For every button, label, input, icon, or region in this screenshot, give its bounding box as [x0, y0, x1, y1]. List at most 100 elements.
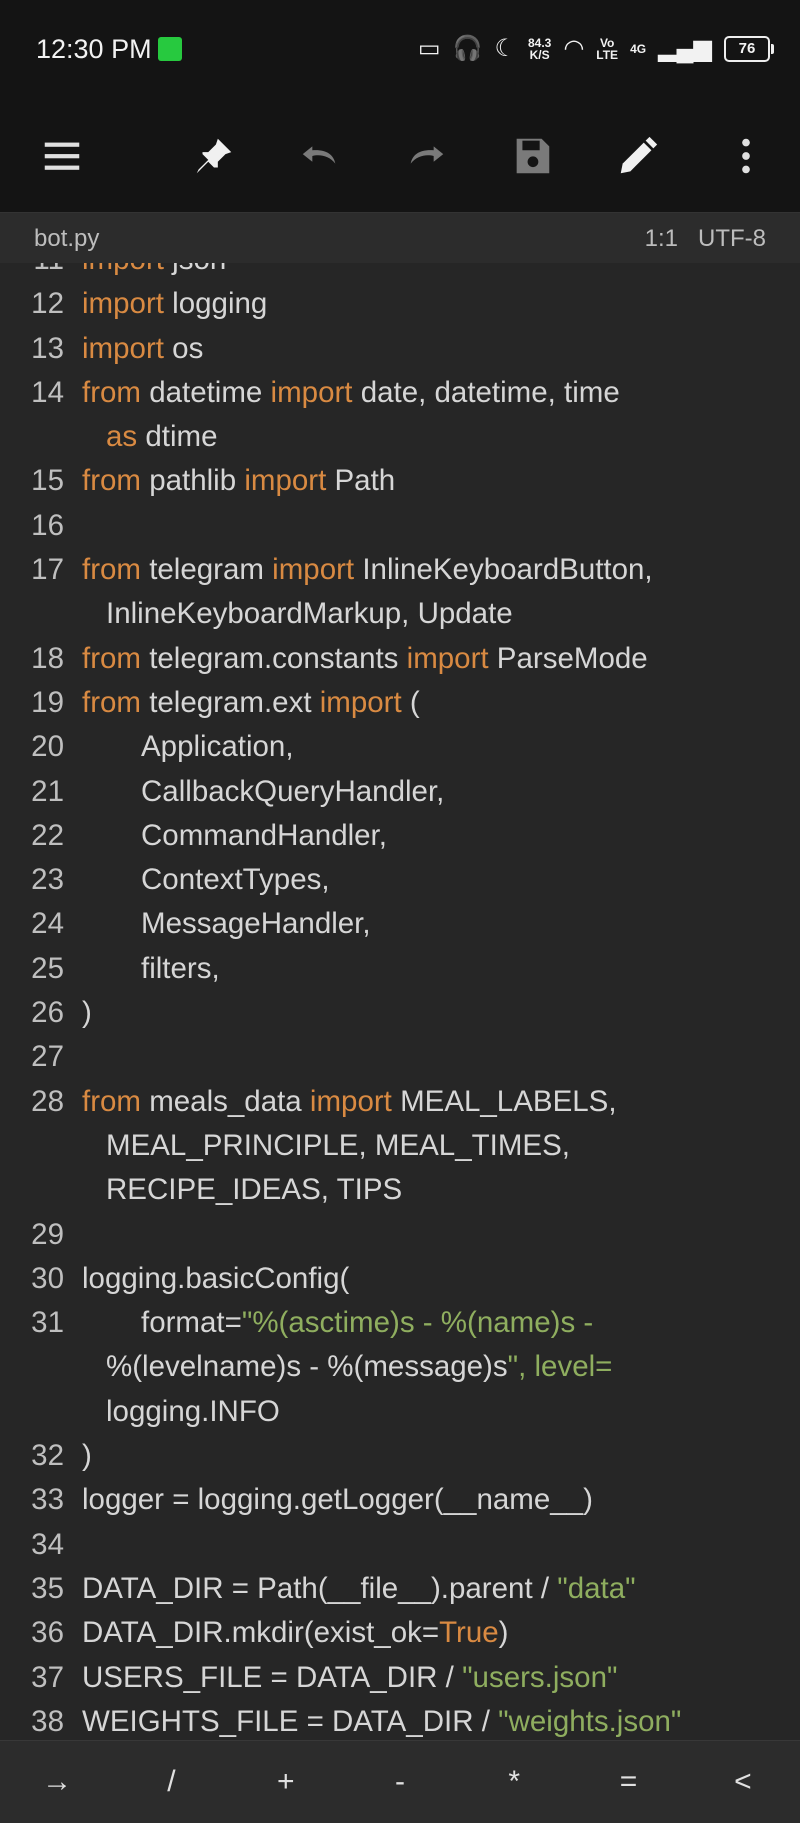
volte-bottom: LTE [596, 47, 619, 62]
line-number: 11 [0, 263, 64, 282]
symbol-key[interactable]: * [464, 1765, 564, 1799]
line-number: 14 [31, 375, 64, 409]
redo-icon[interactable] [394, 124, 458, 188]
status-icons: ▭ 🎧 ☾ 84.3 K/S ◠ Vo LTE 4G ▂▄▆ 76 [417, 34, 774, 63]
code-line: 24 MessageHandler, [0, 902, 800, 946]
net-speed-unit: K/S [529, 47, 550, 62]
save-icon[interactable] [500, 124, 564, 188]
line-number: 32 [31, 1439, 64, 1473]
line-code: ContextTypes, [141, 863, 330, 897]
code-line: 21 CallbackQueryHandler, [0, 770, 800, 814]
line-number: 31 [31, 1306, 64, 1340]
line-code: logger = logging.getLogger(__name__) [82, 1483, 593, 1517]
symbol-key[interactable]: - [350, 1765, 450, 1799]
line-code: MessageHandler, [141, 907, 371, 941]
editor-toolbar [0, 100, 800, 213]
wifi-icon: ◠ [563, 35, 585, 62]
net-speed: 84.3 K/S [528, 37, 551, 61]
cursor-position: 1:1 [644, 225, 678, 252]
code-line: 34 [0, 1523, 800, 1567]
line-code: from telegram.constants import ParseMode [82, 641, 648, 675]
code-line: %(levelname)s - %(message)s", level= [0, 1345, 800, 1389]
code-editor[interactable]: 11 import json 12 import logging 13 import os… [0, 263, 800, 1740]
code-line: 20 Application, [0, 725, 800, 769]
pin-icon[interactable] [182, 124, 246, 188]
cast-icon: ▭ [417, 35, 441, 62]
line-number: 24 [31, 907, 64, 941]
line-number: 26 [31, 996, 64, 1030]
menu-icon[interactable] [30, 124, 94, 188]
code-line: 26) [0, 991, 800, 1035]
symbol-key[interactable]: → [7, 1765, 107, 1799]
code-line: 32) [0, 1434, 800, 1478]
line-code: from telegram.ext import ( [82, 685, 420, 719]
file-encoding[interactable]: UTF-8 [698, 225, 766, 252]
line-code: as dtime [106, 420, 218, 454]
code-line: RECIPE_IDEAS, TIPS [0, 1168, 800, 1212]
code-line: as dtime [0, 415, 800, 459]
code-line: 23 ContextTypes, [0, 858, 800, 902]
line-code: ) [82, 996, 92, 1030]
headphones-icon: 🎧 [452, 35, 483, 62]
code-line: 13 import os [0, 327, 800, 371]
line-number: 17 [31, 553, 64, 587]
code-line: 12 import logging [0, 282, 800, 326]
line-number: 37 [31, 1660, 64, 1694]
line-code: MEAL_PRINCIPLE, MEAL_TIMES, [106, 1128, 570, 1162]
code-line: MEAL_PRINCIPLE, MEAL_TIMES, [0, 1124, 800, 1168]
code-line: 29 [0, 1213, 800, 1257]
file-info-bar: bot.py 1:1 UTF-8 [0, 213, 800, 263]
symbol-key[interactable]: / [121, 1765, 221, 1799]
line-code: import logging [82, 287, 268, 321]
line-code: USERS_FILE = DATA_DIR / "users.json" [82, 1660, 618, 1694]
battery-icon: 76 [724, 35, 774, 62]
moon-icon: ☾ [494, 35, 516, 62]
line-code: InlineKeyboardMarkup, Update [106, 597, 513, 631]
code-line: 27 [0, 1035, 800, 1079]
code-line: 31 format="%(asctime)s - %(name)s - [0, 1301, 800, 1345]
code-line: 19 from telegram.ext import ( [0, 681, 800, 725]
code-line: 37 USERS_FILE = DATA_DIR / "users.json" [0, 1656, 800, 1700]
line-code: import os [82, 331, 204, 365]
code-line: 38 WEIGHTS_FILE = DATA_DIR / "weights.jso… [0, 1700, 800, 1740]
more-icon[interactable] [714, 124, 778, 188]
line-code: ) [82, 1439, 92, 1473]
line-number: 30 [31, 1261, 64, 1295]
line-number: 28 [31, 1084, 64, 1118]
edit-icon[interactable] [606, 124, 670, 188]
symbol-key[interactable]: + [236, 1765, 336, 1799]
line-number: 29 [31, 1217, 64, 1251]
line-code: CallbackQueryHandler, [141, 774, 445, 808]
code-line: 30 logging.basicConfig( [0, 1257, 800, 1301]
line-code: import json [82, 263, 226, 282]
code-line: 18 from telegram.constants import ParseMo… [0, 637, 800, 681]
line-number: 34 [31, 1527, 64, 1561]
line-code: from pathlib import Path [82, 464, 396, 498]
line-number: 33 [31, 1483, 64, 1517]
line-code: %(levelname)s - %(message)s", level= [106, 1350, 613, 1384]
code-line: 22 CommandHandler, [0, 814, 800, 858]
code-line: 35 DATA_DIR = Path(__file__).parent / "da… [0, 1567, 800, 1611]
line-code: RECIPE_IDEAS, TIPS [106, 1173, 403, 1207]
signal-icon: ▂▄▆ [658, 35, 712, 62]
symbol-key[interactable]: < [693, 1765, 793, 1799]
file-name[interactable]: bot.py [34, 225, 99, 253]
line-code: logging.INFO [106, 1394, 280, 1428]
status-bar: 12:30 PM ▭ 🎧 ☾ 84.3 K/S ◠ Vo LTE 4G ▂▄▆ … [0, 0, 800, 100]
line-number: 15 [31, 464, 64, 498]
line-code: DATA_DIR = Path(__file__).parent / "data… [82, 1571, 636, 1605]
code-line: 25 filters, [0, 947, 800, 991]
line-number: 23 [31, 863, 64, 897]
line-number: 20 [31, 730, 64, 764]
line-number: 22 [31, 818, 64, 852]
line-number: 13 [31, 331, 64, 365]
code-line: InlineKeyboardMarkup, Update [0, 592, 800, 636]
symbol-key[interactable]: = [579, 1765, 679, 1799]
code-line: 15 from pathlib import Path [0, 459, 800, 503]
code-line: 28 from meals_data import MEAL_LABELS, [0, 1080, 800, 1124]
line-number: 35 [31, 1571, 64, 1605]
code-line: 36 DATA_DIR.mkdir(exist_ok=True) [0, 1611, 800, 1655]
line-code: WEIGHTS_FILE = DATA_DIR / "weights.json" [82, 1704, 682, 1738]
undo-icon[interactable] [288, 124, 352, 188]
line-code: from meals_data import MEAL_LABELS, [82, 1084, 617, 1118]
